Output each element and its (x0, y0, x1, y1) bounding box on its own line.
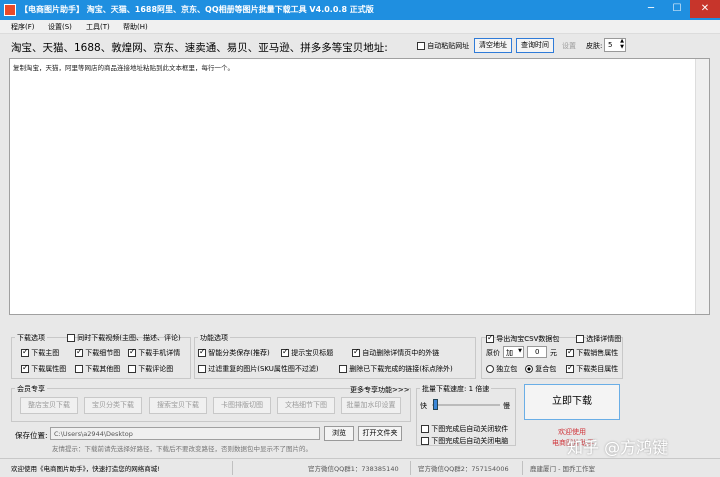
speed-slider-thumb[interactable] (433, 399, 438, 410)
menu-program[interactable]: 程序(F) (11, 22, 35, 32)
price-label: 原价 (486, 349, 500, 357)
url-textarea[interactable]: 复制淘宝，天猫，阿里等网店的商品连接地址粘贴到此文本框里，每行一个。 (9, 58, 710, 315)
title-bar: 【电商图片助手】 淘宝、天猫、1688阿里、京东、QQ相册等图片批量下载工具 V… (0, 0, 720, 20)
category-download-button[interactable]: 宝贝分类下载 (84, 397, 142, 414)
start-download-button[interactable]: 立即下载 (524, 384, 620, 420)
price-operator-select[interactable]: 加 ▼ (503, 346, 524, 358)
url-label: 淘宝、天猫、1688、敦煌网、京东、速卖通、易贝、亚马逊、拼多多等宝贝地址: (11, 42, 388, 54)
combined-radio[interactable]: 复合包 (525, 364, 556, 374)
speed-slow-label: 慢 (503, 402, 510, 410)
menu-settings[interactable]: 设置(S) (48, 22, 72, 32)
close-button[interactable]: ✕ (690, 0, 720, 18)
window-title: 【电商图片助手】 淘宝、天猫、1688阿里、京东、QQ相册等图片批量下载工具 V… (20, 5, 374, 14)
detail-image-checkbox[interactable]: 下载细节图 (75, 347, 120, 358)
doc-detail-button[interactable]: 文档细节下图 (277, 397, 335, 414)
menu-bar: 程序(F) 设置(S) 工具(T) 帮助(H) (0, 20, 720, 34)
open-folder-button[interactable]: 打开文件夹 (358, 426, 402, 441)
status-qq1: 官方微信QQ群1：738385140 (308, 465, 399, 473)
auto-delete-link-checkbox[interactable]: 自动删除详情页中的外链 (352, 347, 439, 358)
auto-close-software-checkbox[interactable]: 下图完成后自动关闭软件 (421, 424, 508, 434)
price-unit: 元 (550, 349, 557, 357)
settings-link[interactable]: 设置 (562, 41, 576, 51)
zhihu-watermark: 知乎 @方鸿键 (567, 438, 669, 457)
textarea-scrollbar[interactable] (695, 59, 709, 314)
skin-label: 皮肤: (586, 42, 603, 50)
review-image-checkbox[interactable]: 下载评论图 (128, 364, 173, 374)
shop-download-button[interactable]: 整店宝贝下载 (20, 397, 78, 414)
watermark-settings-button[interactable]: 批量加水印设置 (341, 397, 401, 414)
app-icon (4, 4, 16, 16)
function-options-title: 功能选项 (198, 333, 230, 343)
delete-done-links-checkbox[interactable]: 删除已下载完成的链接(标点除外) (339, 364, 453, 374)
smart-save-checkbox[interactable]: 智能分类保存(推荐) (198, 347, 270, 358)
sales-attr-checkbox[interactable]: 下载销售属性 (566, 347, 618, 358)
browse-button[interactable]: 浏览 (324, 426, 354, 441)
independent-radio[interactable]: 独立包 (486, 364, 517, 374)
export-csv-checkbox[interactable]: 导出淘宝CSV数据包 (486, 333, 559, 344)
more-features-link[interactable]: 更多专享功能>>> (350, 385, 410, 395)
status-welcome: 欢迎使用《电商图片助手》，快速打造您的网络商城! (11, 465, 160, 473)
maximize-button[interactable]: ☐ (664, 0, 690, 18)
speed-fast-label: 快 (420, 402, 427, 410)
menu-help[interactable]: 帮助(H) (123, 22, 148, 32)
tip-text: 友情提示：下载前请先选择好路径，下载后不要改变路径，否则数据包中显示不了图片的。 (52, 445, 312, 453)
save-location-label: 保存位置: (15, 431, 48, 440)
sync-video-checkbox[interactable]: 同时下载视频(主图、描述、评论) (67, 333, 181, 343)
status-bar: 欢迎使用《电商图片助手》，快速打造您的网络商城! 官方微信QQ群1：738385… (0, 458, 720, 477)
main-image-checkbox[interactable]: 下载主图 (21, 347, 59, 358)
mobile-detail-checkbox[interactable]: 下载手机详情 (128, 347, 180, 358)
filter-duplicate-checkbox[interactable]: 过滤重复的图片(SKU属性图不过滤) (198, 364, 319, 374)
skin-stepper[interactable]: 5 ▲ ▼ (604, 38, 626, 52)
status-qq2: 官方微信QQ群2：757154006 (418, 465, 509, 473)
query-time-button[interactable]: 查询时间 (516, 38, 554, 53)
item-attr-checkbox[interactable]: 下载类目属性 (566, 363, 618, 374)
speed-slider-track[interactable] (432, 404, 500, 406)
status-org: 鹿建厦门 - 国乔工作室 (530, 465, 595, 473)
attr-image-checkbox[interactable]: 下载属性图 (21, 363, 66, 374)
clear-address-button[interactable]: 清空地址 (474, 38, 512, 53)
layout-cut-button[interactable]: 卡图排版切图 (213, 397, 271, 414)
save-path-input[interactable]: C:\Users\a2944\Desktop (50, 427, 320, 440)
textarea-placeholder: 复制淘宝，天猫，阿里等网店的商品连接地址粘贴到此文本框里，每行一个。 (13, 64, 234, 72)
show-title-checkbox[interactable]: 提示宝贝标题 (281, 347, 333, 358)
auto-shutdown-checkbox[interactable]: 下图完成后自动关闭电脑 (421, 436, 508, 446)
menu-tools[interactable]: 工具(T) (86, 22, 110, 32)
speed-title: 批量下载速度: 1 倍速 (420, 384, 492, 394)
other-image-checkbox[interactable]: 下载其他图 (75, 364, 120, 374)
price-value-input[interactable]: 0 (527, 346, 547, 358)
search-download-button[interactable]: 搜索宝贝下载 (149, 397, 207, 414)
auto-paste-checkbox[interactable]: 自动粘贴网址 (417, 41, 469, 51)
member-title: 会员专享 (15, 384, 47, 394)
select-detail-checkbox[interactable]: 选择详情图 (576, 334, 621, 344)
download-options-title: 下载选项 (15, 333, 47, 343)
minimize-button[interactable]: ─ (638, 0, 664, 18)
